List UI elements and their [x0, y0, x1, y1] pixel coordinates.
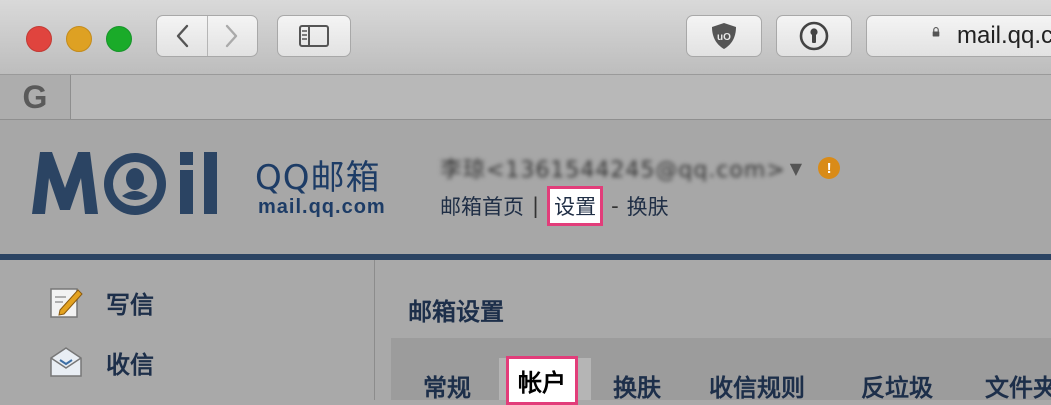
chevron-left-icon: [176, 24, 188, 48]
header-nav: 邮箱首页 | 设置 - 换肤: [440, 186, 669, 226]
tab-filter-rules[interactable]: 收信规则: [709, 368, 805, 403]
ublock-shield-icon: uO: [712, 23, 736, 49]
chevron-down-icon[interactable]: ▼: [790, 159, 802, 178]
password-manager-button[interactable]: [776, 15, 852, 57]
tab-anti-spam[interactable]: 反垃圾: [861, 368, 933, 403]
settings-tabs: 常规 帐户 换肤 收信规则 反垃圾 文件夹: [391, 338, 1051, 405]
address-text: mail.qq.c: [957, 22, 1051, 49]
settings-main: 邮箱设置 常规 帐户 换肤 收信规则 反垃圾 文件夹: [375, 260, 1051, 405]
sidebar-icon: [299, 25, 329, 47]
close-window-button[interactable]: [26, 26, 52, 52]
favorites-bar: G: [0, 75, 1051, 120]
lock-icon: [932, 27, 940, 37]
zoom-window-button[interactable]: [106, 26, 132, 52]
nav-separator: -: [611, 194, 619, 218]
account-email: 李琼<1361544245@qq.com>: [440, 158, 786, 183]
sidebar-toggle-button[interactable]: [277, 15, 351, 57]
inbox-button[interactable]: 收信: [48, 344, 154, 380]
logo-title: QQ邮箱: [255, 158, 381, 198]
compose-icon: [50, 288, 83, 318]
ublock-extension-button[interactable]: uO: [686, 15, 762, 57]
page-title: 邮箱设置: [408, 298, 504, 326]
left-sidebar: 写信 收信: [0, 260, 375, 400]
tab-general[interactable]: 常规: [423, 368, 471, 403]
keyhole-icon: [799, 21, 829, 51]
svg-text:uO: uO: [717, 32, 731, 43]
tab-account[interactable]: 帐户: [506, 356, 578, 405]
forward-button[interactable]: [207, 16, 257, 56]
history-nav-group: [156, 15, 258, 57]
favorite-google[interactable]: G: [0, 75, 71, 119]
inbox-envelope-icon: [50, 347, 82, 377]
nav-separator: |: [532, 194, 540, 218]
chevron-right-icon: [226, 24, 238, 48]
address-bar[interactable]: mail.qq.c: [866, 15, 1051, 57]
warning-icon[interactable]: !: [818, 157, 841, 179]
nav-settings-link[interactable]: 设置: [547, 186, 604, 226]
tab-folders[interactable]: 文件夹: [985, 368, 1051, 403]
compose-button[interactable]: 写信: [48, 284, 154, 320]
nav-home-link[interactable]: 邮箱首页: [440, 191, 524, 221]
compose-label: 写信: [106, 290, 154, 319]
tab-skin[interactable]: 换肤: [613, 368, 661, 403]
minimize-window-button[interactable]: [66, 26, 92, 52]
logo-subtitle: mail.qq.com: [258, 196, 386, 218]
browser-toolbar: uO mail.qq.c: [0, 0, 1051, 75]
nav-skin-link[interactable]: 换肤: [627, 191, 669, 221]
inbox-label: 收信: [106, 350, 154, 379]
account-info[interactable]: 李琼<1361544245@qq.com> ▼ !: [440, 152, 841, 184]
back-button[interactable]: [157, 16, 207, 56]
mail-header: QQ邮箱 mail.qq.com 李琼<1361544245@qq.com> ▼…: [0, 120, 1051, 254]
